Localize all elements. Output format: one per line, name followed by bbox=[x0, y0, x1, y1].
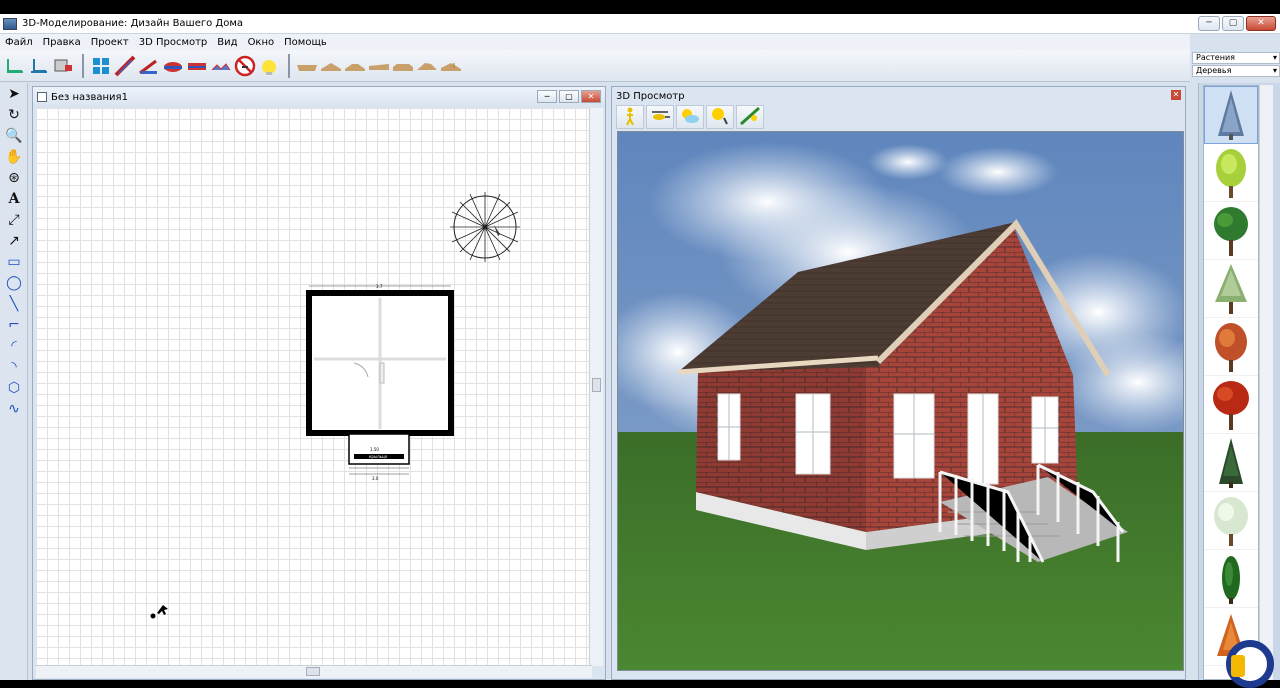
plan-vertical-thumb[interactable] bbox=[592, 378, 601, 392]
roof-tool-icon[interactable] bbox=[162, 55, 184, 77]
plan-vertical-scrollbar[interactable] bbox=[589, 108, 603, 666]
menu-help[interactable]: Помощь bbox=[279, 37, 332, 48]
polygon-tool-icon[interactable]: ⬡ bbox=[2, 378, 26, 398]
roof-dome-icon[interactable] bbox=[440, 55, 462, 77]
plan-horizontal-thumb[interactable] bbox=[306, 667, 320, 676]
wall-corner-icon[interactable] bbox=[28, 55, 50, 77]
plant-catalog-panel bbox=[1198, 83, 1280, 680]
plan-maximize-button[interactable]: ▢ bbox=[559, 90, 579, 103]
roof-hip-icon[interactable] bbox=[344, 55, 366, 77]
title-bar: 3D-Моделирование: Дизайн Вашего Дома ─ ▢… bbox=[0, 14, 1280, 34]
text-tool-icon[interactable]: A bbox=[2, 189, 26, 209]
watermark-logo bbox=[1226, 640, 1274, 688]
pan-hand-icon[interactable]: ✋ bbox=[2, 147, 26, 167]
subcategory-select[interactable]: Деревья bbox=[1192, 65, 1280, 77]
3d-view-toolbar bbox=[616, 105, 764, 129]
dimension-icon[interactable]: ⤢ bbox=[2, 210, 26, 230]
no-entry-icon[interactable] bbox=[234, 55, 256, 77]
tree-item[interactable] bbox=[1204, 492, 1258, 550]
rectangle-tool-icon[interactable]: ▭ bbox=[2, 252, 26, 272]
tree-item[interactable] bbox=[1204, 260, 1258, 318]
close-button[interactable]: ✕ bbox=[1246, 16, 1276, 31]
window-title: 3D-Моделирование: Дизайн Вашего Дома bbox=[22, 18, 244, 29]
window-tool-icon[interactable] bbox=[90, 55, 112, 77]
dim-top: 3.7 bbox=[376, 284, 383, 289]
tree-list[interactable] bbox=[1203, 85, 1259, 680]
toolbar-separator bbox=[288, 54, 290, 78]
plan-horizontal-scrollbar[interactable] bbox=[36, 665, 592, 678]
plan-window: Без названия1 ─ ▢ ✕ 3.7 1.50 крыльцо 3.0 bbox=[32, 86, 606, 680]
arrow-line-icon[interactable]: ↗ bbox=[2, 231, 26, 251]
application-window: 3D-Моделирование: Дизайн Вашего Дома ─ ▢… bbox=[0, 14, 1280, 688]
slab-tool-icon[interactable] bbox=[186, 55, 208, 77]
dim-porch: 1.50 bbox=[370, 447, 379, 452]
drawing-toolbox: ➤ ↻ 🔍 ✋ ⊛ A ⤢ ↗ ▭ ◯ ╲ ⌐ ◜ ◝ ⬡ ∿ bbox=[0, 83, 28, 680]
document-icon bbox=[37, 92, 47, 102]
plan-minimize-button[interactable]: ─ bbox=[537, 90, 557, 103]
3d-view-title: 3D Просмотр bbox=[616, 90, 685, 102]
porch-label: крыльцо bbox=[369, 454, 388, 459]
stairs-tool-icon[interactable] bbox=[114, 55, 136, 77]
select-arrow-icon[interactable]: ➤ bbox=[2, 84, 26, 104]
toolbar-separator bbox=[82, 54, 84, 78]
catalog-selectors: Растения Деревья bbox=[1192, 52, 1280, 78]
main-toolbar bbox=[0, 50, 1190, 82]
line-tool-icon[interactable]: ╲ bbox=[2, 294, 26, 314]
menu-edit[interactable]: Правка bbox=[38, 37, 86, 48]
tree-item[interactable] bbox=[1204, 434, 1258, 492]
tree-item[interactable] bbox=[1204, 376, 1258, 434]
polyline-tool-icon[interactable]: ⌐ bbox=[2, 315, 26, 335]
menu-project[interactable]: Проект bbox=[86, 37, 134, 48]
menu-file[interactable]: Файл bbox=[0, 37, 38, 48]
ramp-tool-icon[interactable] bbox=[138, 55, 160, 77]
tree-item[interactable] bbox=[1204, 86, 1258, 144]
plan-window-titlebar: Без названия1 ─ ▢ ✕ bbox=[33, 87, 605, 107]
roof-flat-icon[interactable] bbox=[296, 55, 318, 77]
helicopter-icon[interactable] bbox=[646, 105, 674, 129]
3d-render-viewport[interactable] bbox=[617, 131, 1184, 671]
plan-close-button[interactable]: ✕ bbox=[581, 90, 601, 103]
menu-view[interactable]: Вид bbox=[212, 37, 242, 48]
roof-mansard-icon[interactable] bbox=[392, 55, 414, 77]
menu-bar: Файл Правка Проект 3D Просмотр Вид Окно … bbox=[0, 34, 1190, 50]
light-icon[interactable] bbox=[706, 105, 734, 129]
plan-canvas[interactable]: 3.7 1.50 крыльцо 3.0 bbox=[36, 108, 592, 666]
binoculars-icon[interactable]: ⊛ bbox=[2, 168, 26, 188]
tree-item[interactable] bbox=[1204, 202, 1258, 260]
curve-tool-icon[interactable]: ◝ bbox=[2, 357, 26, 377]
lamp-tool-icon[interactable] bbox=[258, 55, 280, 77]
3d-view-close-button[interactable]: ✕ bbox=[1171, 90, 1181, 100]
plan-window-title: Без названия1 bbox=[51, 91, 128, 103]
arc-tool-icon[interactable]: ◜ bbox=[2, 336, 26, 356]
3d-view-titlebar: 3D Просмотр bbox=[612, 87, 1185, 105]
3d-view-window: 3D Просмотр ✕ bbox=[611, 86, 1186, 680]
landscape-icon[interactable] bbox=[736, 105, 764, 129]
sun-cloud-icon[interactable] bbox=[676, 105, 704, 129]
dim-bottom: 3.0 bbox=[372, 476, 379, 481]
mouse-cursor-icon bbox=[150, 605, 168, 619]
terrain-tool-icon[interactable] bbox=[210, 55, 232, 77]
menu-3d-view[interactable]: 3D Просмотр bbox=[134, 37, 213, 48]
zoom-icon[interactable]: 🔍 bbox=[2, 126, 26, 146]
tree-item[interactable] bbox=[1204, 550, 1258, 608]
freehand-tool-icon[interactable]: ∿ bbox=[2, 399, 26, 419]
roof-gambrel-icon[interactable] bbox=[416, 55, 438, 77]
app-icon bbox=[3, 17, 17, 30]
maximize-button[interactable]: ▢ bbox=[1222, 16, 1244, 31]
walk-icon[interactable] bbox=[616, 105, 644, 129]
tree-list-scrollbar[interactable] bbox=[1259, 85, 1273, 680]
ellipse-tool-icon[interactable]: ◯ bbox=[2, 273, 26, 293]
rotate-icon[interactable]: ↻ bbox=[2, 105, 26, 125]
tree-item[interactable] bbox=[1204, 144, 1258, 202]
menu-window[interactable]: Окно bbox=[243, 37, 280, 48]
wall-tool-icon[interactable] bbox=[4, 55, 26, 77]
compass-rose-icon[interactable] bbox=[450, 192, 520, 262]
floor-icon[interactable] bbox=[52, 55, 74, 77]
house-floor-plan[interactable] bbox=[306, 285, 454, 475]
roof-shed-icon[interactable] bbox=[368, 55, 390, 77]
tree-item[interactable] bbox=[1204, 318, 1258, 376]
roof-gable-icon[interactable] bbox=[320, 55, 342, 77]
category-select[interactable]: Растения bbox=[1192, 52, 1280, 64]
minimize-button[interactable]: ─ bbox=[1198, 16, 1220, 31]
